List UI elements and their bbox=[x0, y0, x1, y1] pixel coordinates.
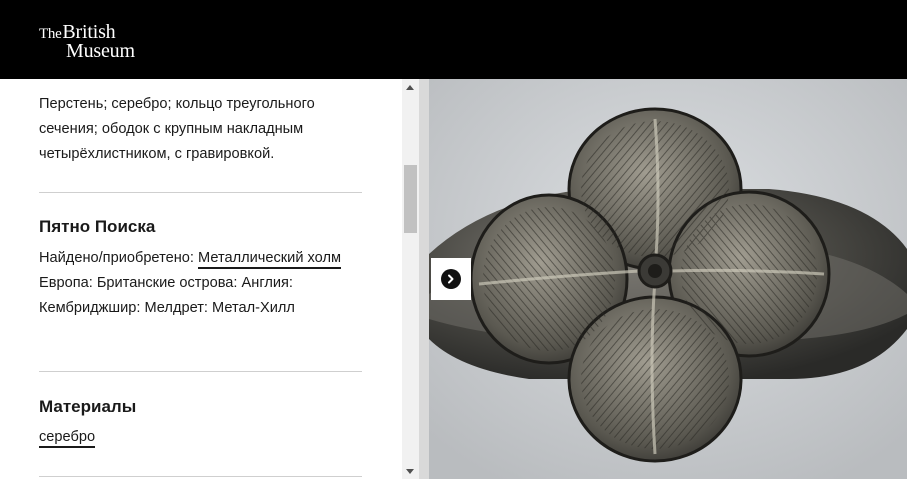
image-gutter bbox=[419, 79, 429, 479]
material-link[interactable]: серебро bbox=[39, 429, 96, 448]
chevron-right-icon bbox=[448, 274, 454, 284]
materials-text: серебро bbox=[39, 425, 369, 450]
silver-ring-illustration bbox=[429, 79, 907, 479]
logo-british: British bbox=[62, 21, 116, 43]
logo-the: The bbox=[39, 26, 62, 42]
vertical-scrollbar[interactable] bbox=[402, 79, 419, 479]
site-header: The British Museum bbox=[0, 0, 907, 79]
chevron-right-circle-icon bbox=[441, 269, 461, 289]
logo-museum: Museum bbox=[66, 40, 135, 62]
scroll-thumb[interactable] bbox=[404, 165, 417, 233]
object-image[interactable] bbox=[429, 79, 907, 479]
find-spot-text: Найдено/приобретено: Металлический холм … bbox=[39, 246, 369, 321]
found-link[interactable]: Металлический холм bbox=[198, 250, 342, 269]
details-panel: Перстень; серебро; кольцо треугольного с… bbox=[0, 79, 402, 479]
next-image-button[interactable] bbox=[431, 258, 471, 300]
found-label: Найдено/приобретено: bbox=[39, 250, 194, 266]
find-spot-heading: Пятно Поиска bbox=[39, 217, 156, 236]
object-description: Перстень; серебро; кольцо треугольного с… bbox=[39, 96, 315, 162]
british-museum-logo[interactable]: The British Museum bbox=[39, 22, 135, 61]
divider bbox=[39, 476, 362, 477]
scroll-down-arrow-icon[interactable] bbox=[406, 469, 414, 474]
divider bbox=[39, 192, 362, 193]
materials-heading: Материалы bbox=[39, 397, 137, 416]
divider bbox=[39, 371, 362, 372]
scroll-up-arrow-icon[interactable] bbox=[406, 85, 414, 90]
find-location: Европа: Британские острова: Англия: Кемб… bbox=[39, 275, 295, 316]
